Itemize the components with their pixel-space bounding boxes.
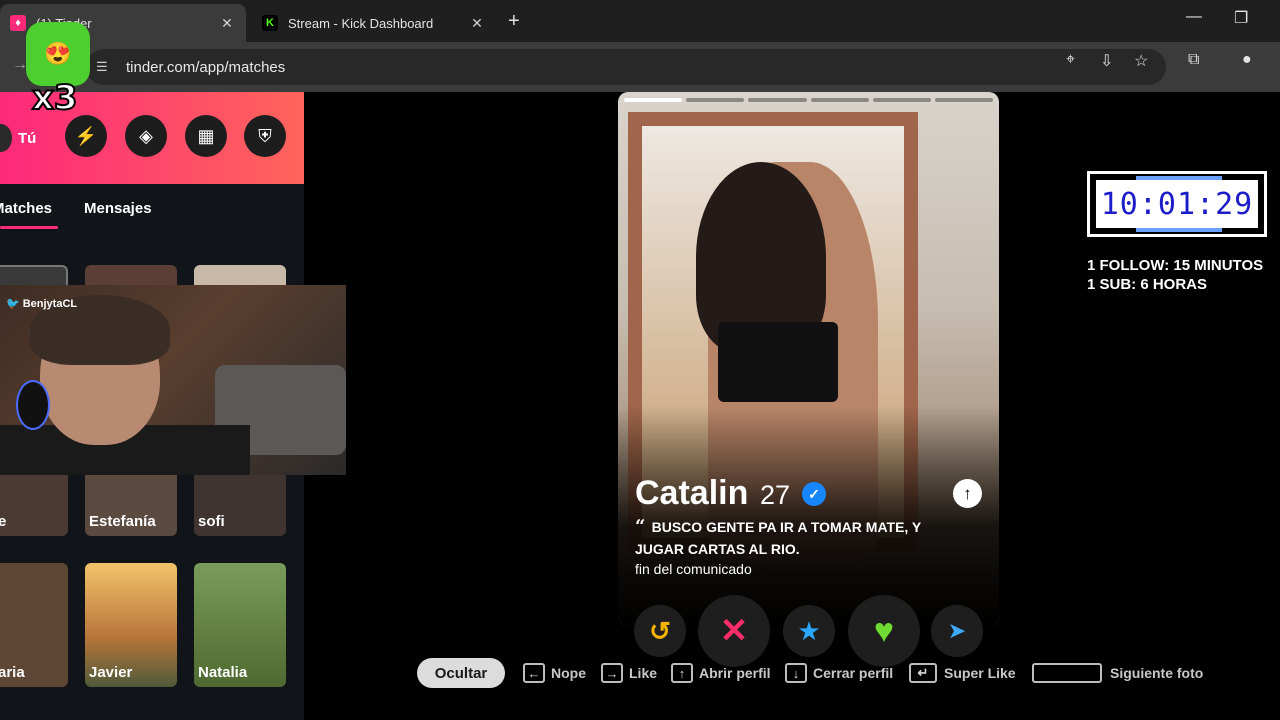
sub-rule: 1 SUB: 6 HORAS bbox=[1087, 276, 1208, 293]
close-tab-icon[interactable]: ✕ bbox=[468, 15, 486, 32]
profile-avatar-icon[interactable]: ● bbox=[1242, 51, 1252, 69]
profile-link[interactable]: Tú bbox=[18, 130, 36, 147]
active-tab-indicator bbox=[0, 226, 58, 229]
open-profile-arrow-icon[interactable]: ↑ bbox=[953, 479, 982, 508]
tab-kick-dashboard[interactable]: K Stream - Kick Dashboard ✕ bbox=[252, 4, 496, 42]
shortcut-label: Like bbox=[629, 665, 658, 681]
explore-icon[interactable]: ◈ bbox=[125, 115, 167, 157]
profile-name: Catalin bbox=[635, 474, 749, 512]
boost-icon[interactable]: ⚡ bbox=[65, 115, 107, 157]
super-like-button[interactable]: ★ bbox=[783, 605, 835, 657]
address-bar-row: ☰ tinder.com/app/matches ⌖ ⇩ ☆ ⧉ ● bbox=[0, 42, 1280, 92]
tab-title: Stream - Kick Dashboard bbox=[288, 15, 434, 31]
heart-icon: ♥ bbox=[873, 611, 895, 650]
photo-top bbox=[718, 322, 838, 402]
follow-rule: 1 FOLLOW: 15 MINUTOS bbox=[1087, 257, 1264, 274]
bookmark-star-icon[interactable]: ☆ bbox=[1134, 51, 1148, 71]
kick-k-icon: K bbox=[262, 15, 278, 31]
shortcut-label: Siguiente foto bbox=[1110, 665, 1204, 681]
quote-icon: “ bbox=[635, 516, 652, 537]
url-text[interactable]: tinder.com/app/matches bbox=[126, 59, 285, 76]
shortcut-label: Abrir perfil bbox=[699, 665, 771, 681]
shield-icon[interactable]: ⛨ bbox=[244, 115, 286, 157]
send-icon: ➤ bbox=[947, 618, 967, 643]
enter-key-icon: ↵ bbox=[909, 663, 937, 683]
briefcase-icon[interactable]: ▦ bbox=[185, 115, 227, 157]
photo-indicator[interactable] bbox=[624, 98, 683, 102]
tab-matches[interactable]: Matches bbox=[0, 200, 52, 217]
keyboard-shortcuts-bar: Ocultar ← Nope → Like ↑ Abrir perfil ↓ C… bbox=[0, 656, 1280, 692]
subathon-timer: 10:01:29 bbox=[1087, 171, 1267, 237]
profile-bio-sub: fin del comunicado bbox=[635, 561, 752, 577]
photo-indicator[interactable] bbox=[748, 98, 807, 102]
twitter-bird-icon: 🐦 bbox=[6, 298, 20, 310]
streamer-handle: 🐦 BenjytaCL bbox=[6, 298, 78, 310]
rewind-icon: ↺ bbox=[649, 615, 671, 646]
photo-indicator[interactable] bbox=[872, 98, 931, 102]
space-key-icon bbox=[1032, 663, 1102, 683]
close-icon: ✕ bbox=[719, 612, 749, 650]
sticker-multiplier: x3 bbox=[31, 77, 79, 119]
timer-rules: 1 FOLLOW: 15 MINUTOS 1 SUB: 6 HORAS bbox=[1087, 256, 1263, 294]
photo-indicator[interactable] bbox=[686, 98, 745, 102]
shortcut-label: Nope bbox=[551, 665, 586, 681]
verified-badge-icon: ✓ bbox=[802, 482, 826, 506]
left-arrow-key-icon: ← bbox=[523, 663, 545, 683]
star-icon: ★ bbox=[797, 615, 821, 646]
minimize-icon[interactable]: — bbox=[1186, 8, 1202, 26]
close-tab-icon[interactable]: ✕ bbox=[218, 15, 236, 32]
tinder-flame-icon: ♦ bbox=[10, 15, 26, 31]
down-arrow-key-icon: ↓ bbox=[785, 663, 807, 683]
browser-tab-bar: ♦ (1) Tinder ✕ K Stream - Kick Dashboard… bbox=[0, 0, 1280, 42]
rewind-button[interactable]: ↺ bbox=[634, 605, 686, 657]
extensions-icon[interactable]: ⧉ bbox=[1188, 51, 1199, 69]
install-app-icon[interactable]: ⇩ bbox=[1100, 51, 1113, 71]
restore-icon[interactable]: ❐ bbox=[1234, 8, 1248, 28]
photo-indicator[interactable] bbox=[934, 98, 994, 102]
right-arrow-key-icon: → bbox=[601, 663, 623, 683]
timer-accent-bar bbox=[1136, 228, 1222, 232]
profile-bio: “ BUSCO GENTE PA IR A TOMAR MATE, Y JUGA… bbox=[635, 516, 922, 557]
profile-age: 27 bbox=[760, 480, 791, 510]
webcam-feed: 🐦 BenjytaCL bbox=[0, 285, 346, 475]
shortcut-label: Super Like bbox=[944, 665, 1016, 681]
tab-mensajes[interactable]: Mensajes bbox=[84, 200, 152, 217]
hide-shortcuts-button[interactable]: Ocultar bbox=[417, 658, 505, 688]
photo-progress bbox=[624, 98, 994, 102]
shortcut-label: Cerrar perfil bbox=[813, 665, 894, 681]
sidebar-tabs: Matches Mensajes bbox=[0, 196, 304, 229]
site-info-icon[interactable]: ☰ bbox=[96, 59, 112, 75]
headset-icon bbox=[16, 380, 50, 430]
omnibox[interactable]: ☰ tinder.com/app/matches bbox=[86, 49, 1166, 85]
location-icon[interactable]: ⌖ bbox=[1066, 51, 1075, 69]
up-arrow-key-icon: ↑ bbox=[671, 663, 693, 683]
timer-accent-bar bbox=[1136, 176, 1222, 180]
new-tab-button[interactable]: + bbox=[508, 10, 520, 33]
avatar[interactable] bbox=[0, 124, 12, 152]
boost-button[interactable]: ➤ bbox=[931, 605, 983, 657]
emoji-sticker: 😍 bbox=[26, 22, 90, 86]
photo-indicator[interactable] bbox=[810, 98, 869, 102]
timer-digits: 10:01:29 bbox=[1100, 186, 1254, 222]
